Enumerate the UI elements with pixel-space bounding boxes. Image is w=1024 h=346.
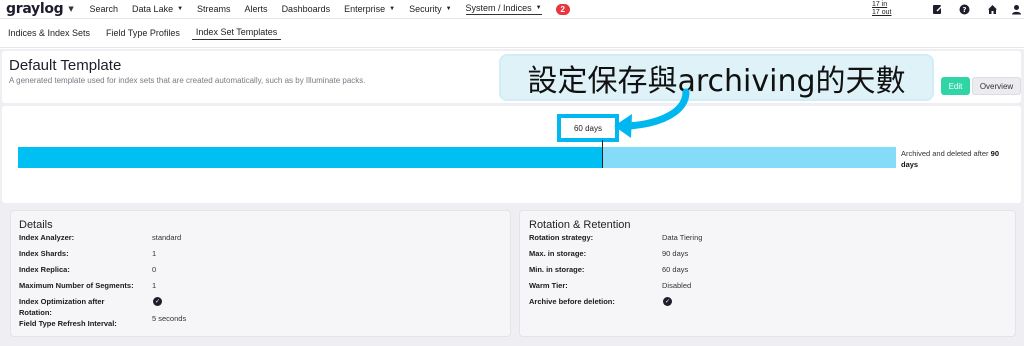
check-circle-icon: ✓ <box>153 297 162 306</box>
nav-search-label: Search <box>89 4 119 14</box>
nav-system[interactable]: System / Indices ▼ <box>465 3 542 15</box>
check-circle-icon: ✓ <box>663 297 672 306</box>
help-icon[interactable]: ? <box>958 3 970 15</box>
nav-security-label: Security <box>409 4 442 14</box>
chevron-down-icon: ▼ <box>535 5 542 11</box>
page-title: Default Template <box>9 57 122 74</box>
chevron-down-icon: ▼ <box>389 6 396 12</box>
nav-search[interactable]: Search <box>90 4 119 14</box>
logo-text[interactable]: graylog <box>6 1 64 17</box>
details-title: Details <box>19 219 53 231</box>
edit-button[interactable]: Edit <box>941 77 970 95</box>
details-card: Details Index Analyzer: standard Index S… <box>10 210 511 337</box>
detail-label: Maximum Number of Segments: <box>19 281 134 290</box>
rotation-value: Data Tiering <box>662 233 703 242</box>
archive-label-days: 90 <box>990 149 999 158</box>
rotation-value: 90 days <box>662 249 689 258</box>
rotation-label: Archive before deletion: <box>529 297 615 306</box>
throughput-indicator[interactable]: 17 in 17 out <box>872 1 891 17</box>
nav-enterprise[interactable]: Enterprise ▼ <box>344 4 395 14</box>
archive-label: Archived and deleted after 90 days <box>901 148 1021 170</box>
nav-streams[interactable]: Streams <box>197 4 231 14</box>
detail-value: 0 <box>152 265 157 274</box>
graylog-logo[interactable]: graylog ▼ <box>6 1 74 17</box>
chevron-down-icon: ▼ <box>177 6 184 12</box>
archive-label-suffix: days <box>901 160 919 169</box>
detail-label: Rotation: <box>19 308 52 317</box>
notification-badge[interactable]: 2 <box>555 3 570 15</box>
rotation-label: Rotation strategy: <box>529 233 594 242</box>
detail-label: Index Optimization after <box>19 297 105 306</box>
rotation-retention-card: Rotation & Retention Rotation strategy: … <box>519 210 1016 337</box>
throughput-out: 17 out <box>872 9 892 16</box>
detail-label: Field Type Refresh Interval: <box>19 319 117 328</box>
detail-value: 1 <box>152 249 157 258</box>
notebook-icon[interactable] <box>931 3 943 15</box>
rotation-title: Rotation & Retention <box>529 219 631 231</box>
nav-data-lake[interactable]: Data Lake ▼ <box>132 4 183 14</box>
nav-enterprise-label: Enterprise <box>344 4 386 14</box>
nav-data-lake-label: Data Lake <box>132 4 174 14</box>
tier-boundary-marker <box>602 140 603 168</box>
nav-alerts-label: Alerts <box>244 4 268 14</box>
archive-tier-bar <box>603 147 896 168</box>
detail-value: 1 <box>152 281 157 290</box>
top-nav: graylog ▼ Search Data Lake ▼ Streams Aler… <box>0 0 1024 19</box>
svg-text:?: ? <box>962 6 966 14</box>
chevron-down-icon: ▼ <box>445 6 452 12</box>
detail-label: Index Shards: <box>19 249 69 258</box>
annotation-arrow-icon <box>614 88 690 138</box>
detail-label: Index Replica: <box>19 265 70 274</box>
rotation-value: 60 days <box>662 265 689 274</box>
nav-security[interactable]: Security ▼ <box>409 4 451 14</box>
rotation-value: Disabled <box>662 281 692 290</box>
tab-field-type-profiles[interactable]: Field Type Profiles <box>102 28 184 38</box>
user-icon[interactable] <box>1010 3 1022 15</box>
page-description: A generated template used for index sets… <box>9 76 366 85</box>
annotation-callout: 設定保存與archiving的天數 <box>499 54 934 101</box>
nav-streams-label: Streams <box>197 4 231 14</box>
rotation-label: Min. in storage: <box>529 265 585 274</box>
detail-value: standard <box>152 233 182 242</box>
nav-alerts[interactable]: Alerts <box>245 4 268 14</box>
tab-index-set-templates[interactable]: Index Set Templates <box>191 27 282 40</box>
home-icon[interactable] <box>986 3 998 15</box>
rotation-label: Warm Tier: <box>529 281 568 290</box>
chevron-down-icon[interactable]: ▼ <box>68 5 73 13</box>
detail-value: 5 seconds <box>152 314 187 323</box>
rotation-label: Max. in storage: <box>529 249 587 258</box>
archive-label-prefix: Archived and deleted after <box>901 149 991 158</box>
nav-dashboards-label: Dashboards <box>281 4 331 14</box>
sub-nav: Indices & Index Sets Field Type Profiles… <box>0 19 1024 48</box>
nav-dashboards[interactable]: Dashboards <box>282 4 331 14</box>
overview-button[interactable]: Overview <box>972 77 1021 95</box>
nav-system-label: System / Indices <box>465 3 532 13</box>
detail-label: Index Analyzer: <box>19 233 75 242</box>
tab-indices[interactable]: Indices & Index Sets <box>4 28 94 38</box>
hot-tier-bar <box>18 147 603 168</box>
throughput-in: 17 in <box>872 1 888 8</box>
